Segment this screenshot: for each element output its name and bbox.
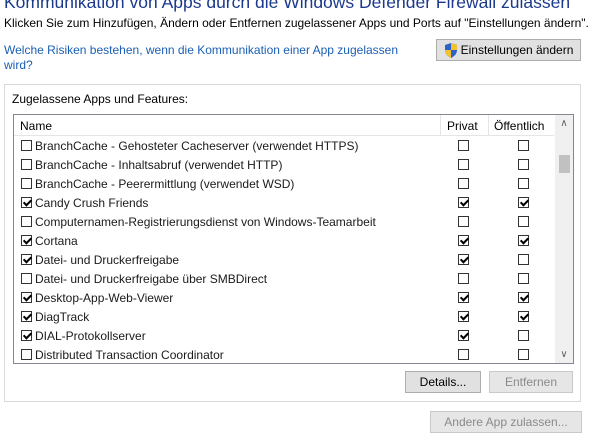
public-checkbox[interactable] (518, 311, 529, 322)
public-checkbox[interactable] (518, 216, 529, 227)
scrollbar-thumb[interactable] (559, 155, 570, 173)
scroll-down-icon[interactable]: ∨ (555, 346, 573, 363)
app-name: BranchCache - Peerermittlung (verwendet … (35, 177, 295, 191)
private-checkbox[interactable] (458, 311, 469, 322)
public-checkbox[interactable] (518, 330, 529, 341)
change-settings-label: Einstellungen ändern (460, 43, 574, 57)
private-checkbox[interactable] (458, 349, 469, 360)
public-checkbox[interactable] (518, 292, 529, 303)
app-name: BranchCache - Inhaltsabruf (verwendet HT… (35, 158, 283, 172)
list-item[interactable]: BranchCache - Inhaltsabruf (verwendet HT… (14, 156, 554, 175)
list-item[interactable]: Computernamen-Registrierungsdienst von W… (14, 213, 554, 232)
app-name: Cortana (35, 234, 78, 248)
column-header-public[interactable]: Öffentlich (494, 119, 544, 133)
list-item[interactable]: Distributed Transaction Coordinator (14, 346, 554, 363)
list-item[interactable]: Datei- und Druckerfreigabe (14, 251, 554, 270)
vertical-scrollbar[interactable]: ∧ ∨ (555, 115, 573, 363)
app-enabled-checkbox[interactable] (21, 273, 32, 284)
app-name: Computernamen-Registrierungsdienst von W… (35, 215, 376, 229)
private-checkbox[interactable] (458, 254, 469, 265)
scroll-up-icon[interactable]: ∧ (555, 115, 573, 132)
details-button[interactable]: Details... (405, 371, 481, 393)
app-name: Distributed Transaction Coordinator (35, 348, 224, 362)
private-checkbox[interactable] (458, 216, 469, 227)
list-header: Name Privat Öffentlich (14, 115, 554, 136)
risk-info-link[interactable]: Welche Risiken bestehen, wenn die Kommun… (4, 43, 414, 73)
app-enabled-checkbox[interactable] (21, 235, 32, 246)
list-item[interactable]: BranchCache - Peerermittlung (verwendet … (14, 175, 554, 194)
list-item[interactable]: Candy Crush Friends (14, 194, 554, 213)
uac-shield-icon (444, 42, 457, 58)
private-checkbox[interactable] (458, 140, 469, 151)
private-checkbox[interactable] (458, 197, 469, 208)
change-settings-button[interactable]: Einstellungen ändern (436, 39, 581, 61)
page-title: Kommunikation von Apps durch die Windows… (4, 0, 571, 12)
app-name: BranchCache - Gehosteter Cacheserver (ve… (35, 139, 359, 153)
column-separator (488, 115, 489, 135)
app-name: Datei- und Druckerfreigabe über SMBDirec… (35, 272, 268, 286)
public-checkbox[interactable] (518, 140, 529, 151)
app-enabled-checkbox[interactable] (21, 197, 32, 208)
list-item[interactable]: Cortana (14, 232, 554, 251)
app-enabled-checkbox[interactable] (21, 330, 32, 341)
public-checkbox[interactable] (518, 349, 529, 360)
column-separator (440, 115, 441, 135)
public-checkbox[interactable] (518, 254, 529, 265)
app-name: DIAL-Protokollserver (35, 329, 146, 343)
app-enabled-checkbox[interactable] (21, 216, 32, 227)
list-item[interactable]: BranchCache - Gehosteter Cacheserver (ve… (14, 137, 554, 156)
list-item[interactable]: Desktop-App-Web-Viewer (14, 289, 554, 308)
app-enabled-checkbox[interactable] (21, 140, 32, 151)
remove-button[interactable]: Entfernen (489, 371, 573, 393)
app-enabled-checkbox[interactable] (21, 254, 32, 265)
public-checkbox[interactable] (518, 197, 529, 208)
app-name: Datei- und Druckerfreigabe (35, 253, 180, 267)
app-name: Candy Crush Friends (35, 196, 149, 210)
list-item[interactable]: DiagTrack (14, 308, 554, 327)
app-enabled-checkbox[interactable] (21, 349, 32, 360)
private-checkbox[interactable] (458, 159, 469, 170)
allowed-apps-label: Zugelassene Apps und Features: (12, 92, 189, 106)
app-name: DiagTrack (35, 310, 90, 324)
app-enabled-checkbox[interactable] (21, 311, 32, 322)
public-checkbox[interactable] (518, 178, 529, 189)
list-item[interactable]: Datei- und Druckerfreigabe über SMBDirec… (14, 270, 554, 289)
public-checkbox[interactable] (518, 273, 529, 284)
private-checkbox[interactable] (458, 330, 469, 341)
column-header-private[interactable]: Privat (447, 119, 478, 133)
private-checkbox[interactable] (458, 178, 469, 189)
app-enabled-checkbox[interactable] (21, 292, 32, 303)
page-description: Klicken Sie zum Hinzufügen, Ändern oder … (4, 16, 589, 30)
private-checkbox[interactable] (458, 273, 469, 284)
list-item[interactable]: DIAL-Protokollserver (14, 327, 554, 346)
public-checkbox[interactable] (518, 235, 529, 246)
public-checkbox[interactable] (518, 159, 529, 170)
app-enabled-checkbox[interactable] (21, 178, 32, 189)
private-checkbox[interactable] (458, 292, 469, 303)
app-enabled-checkbox[interactable] (21, 159, 32, 170)
allow-another-app-button[interactable]: Andere App zulassen... (430, 411, 582, 433)
allowed-apps-list[interactable]: Name Privat Öffentlich BranchCache - Geh… (13, 114, 574, 364)
private-checkbox[interactable] (458, 235, 469, 246)
app-name: Desktop-App-Web-Viewer (35, 291, 174, 305)
column-header-name[interactable]: Name (20, 119, 52, 133)
